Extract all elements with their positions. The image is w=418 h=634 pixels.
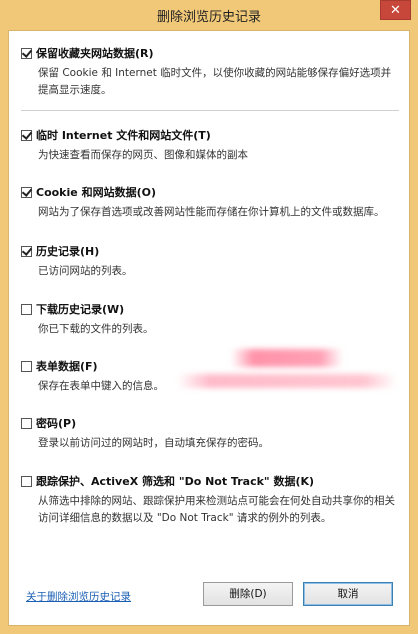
checkbox-cookies[interactable] [21,186,32,198]
option-description: 登录以前访问过的网站时，自动填充保存的密码。 [38,437,269,449]
option-history: 历史记录(H) 已访问网站的列表。 [21,243,401,280]
about-delete-history-link[interactable]: 关于删除浏览历史记录 [26,589,131,604]
checkbox-passwords[interactable] [21,417,32,429]
redaction-blur [177,374,397,388]
title-bar[interactable]: 删除浏览历史记录 ✕ [0,0,418,30]
checkbox-history[interactable] [21,245,32,257]
checkbox-download-history[interactable] [21,303,32,315]
option-favorites: 保留收藏夹网站数据(R) 保留 Cookie 和 Internet 临时文件，以… [21,45,401,99]
dialog-title: 删除浏览历史记录 [156,10,261,25]
checkbox-form-data[interactable] [21,360,32,372]
separator [21,110,399,111]
option-cookies: Cookie 和网站数据(O) 网站为了保存首选项或改善网站性能而存储在你计算机… [21,184,401,221]
option-description: 从筛选中排除的网站、跟踪保护用来检测站点可能会在何处自动共享你的相关访问详细信息… [38,495,395,524]
option-tracking-protection: 跟踪保护、ActiveX 筛选和 "Do Not Track" 数据(K) 从筛… [21,473,401,527]
delete-button[interactable]: 删除(D) [203,582,293,606]
option-description: 为快速查看而保存的网页、图像和媒体的副本 [38,149,248,161]
option-description: 已访问网站的列表。 [38,265,133,277]
redaction-blur [231,349,343,367]
option-passwords: 密码(P) 登录以前访问过的网站时，自动填充保存的密码。 [21,415,401,452]
option-label[interactable]: 保留收藏夹网站数据(R) [36,45,154,61]
option-label[interactable]: 下载历史记录(W) [36,301,124,317]
option-description: 你已下载的文件的列表。 [38,323,154,335]
cancel-button[interactable]: 取消 [303,582,393,606]
checkbox-preserve-favorites[interactable] [21,47,32,59]
option-description: 网站为了保存首选项或改善网站性能而存储在你计算机上的文件或数据库。 [38,206,385,218]
close-button[interactable]: ✕ [380,0,411,20]
option-label[interactable]: Cookie 和网站数据(O) [36,184,156,200]
option-label[interactable]: 临时 Internet 文件和网站文件(T) [36,127,211,143]
dialog-content: 保留收藏夹网站数据(R) 保留 Cookie 和 Internet 临时文件，以… [8,30,410,626]
option-label[interactable]: 密码(P) [36,415,76,431]
option-temp-files: 临时 Internet 文件和网站文件(T) 为快速查看而保存的网页、图像和媒体… [21,127,401,164]
dialog-window: 删除浏览历史记录 ✕ 保留收藏夹网站数据(R) 保留 Cookie 和 Inte… [0,0,418,634]
option-label[interactable]: 历史记录(H) [36,243,99,259]
checkbox-tracking-protection[interactable] [21,475,32,487]
option-label[interactable]: 表单数据(F) [36,358,98,374]
option-description: 保留 Cookie 和 Internet 临时文件，以使你收藏的网站能够保存偏好… [38,67,392,96]
option-label[interactable]: 跟踪保护、ActiveX 筛选和 "Do Not Track" 数据(K) [36,473,314,489]
option-download-history: 下载历史记录(W) 你已下载的文件的列表。 [21,301,401,338]
checkbox-temp-files[interactable] [21,129,32,141]
close-icon: ✕ [390,3,401,18]
